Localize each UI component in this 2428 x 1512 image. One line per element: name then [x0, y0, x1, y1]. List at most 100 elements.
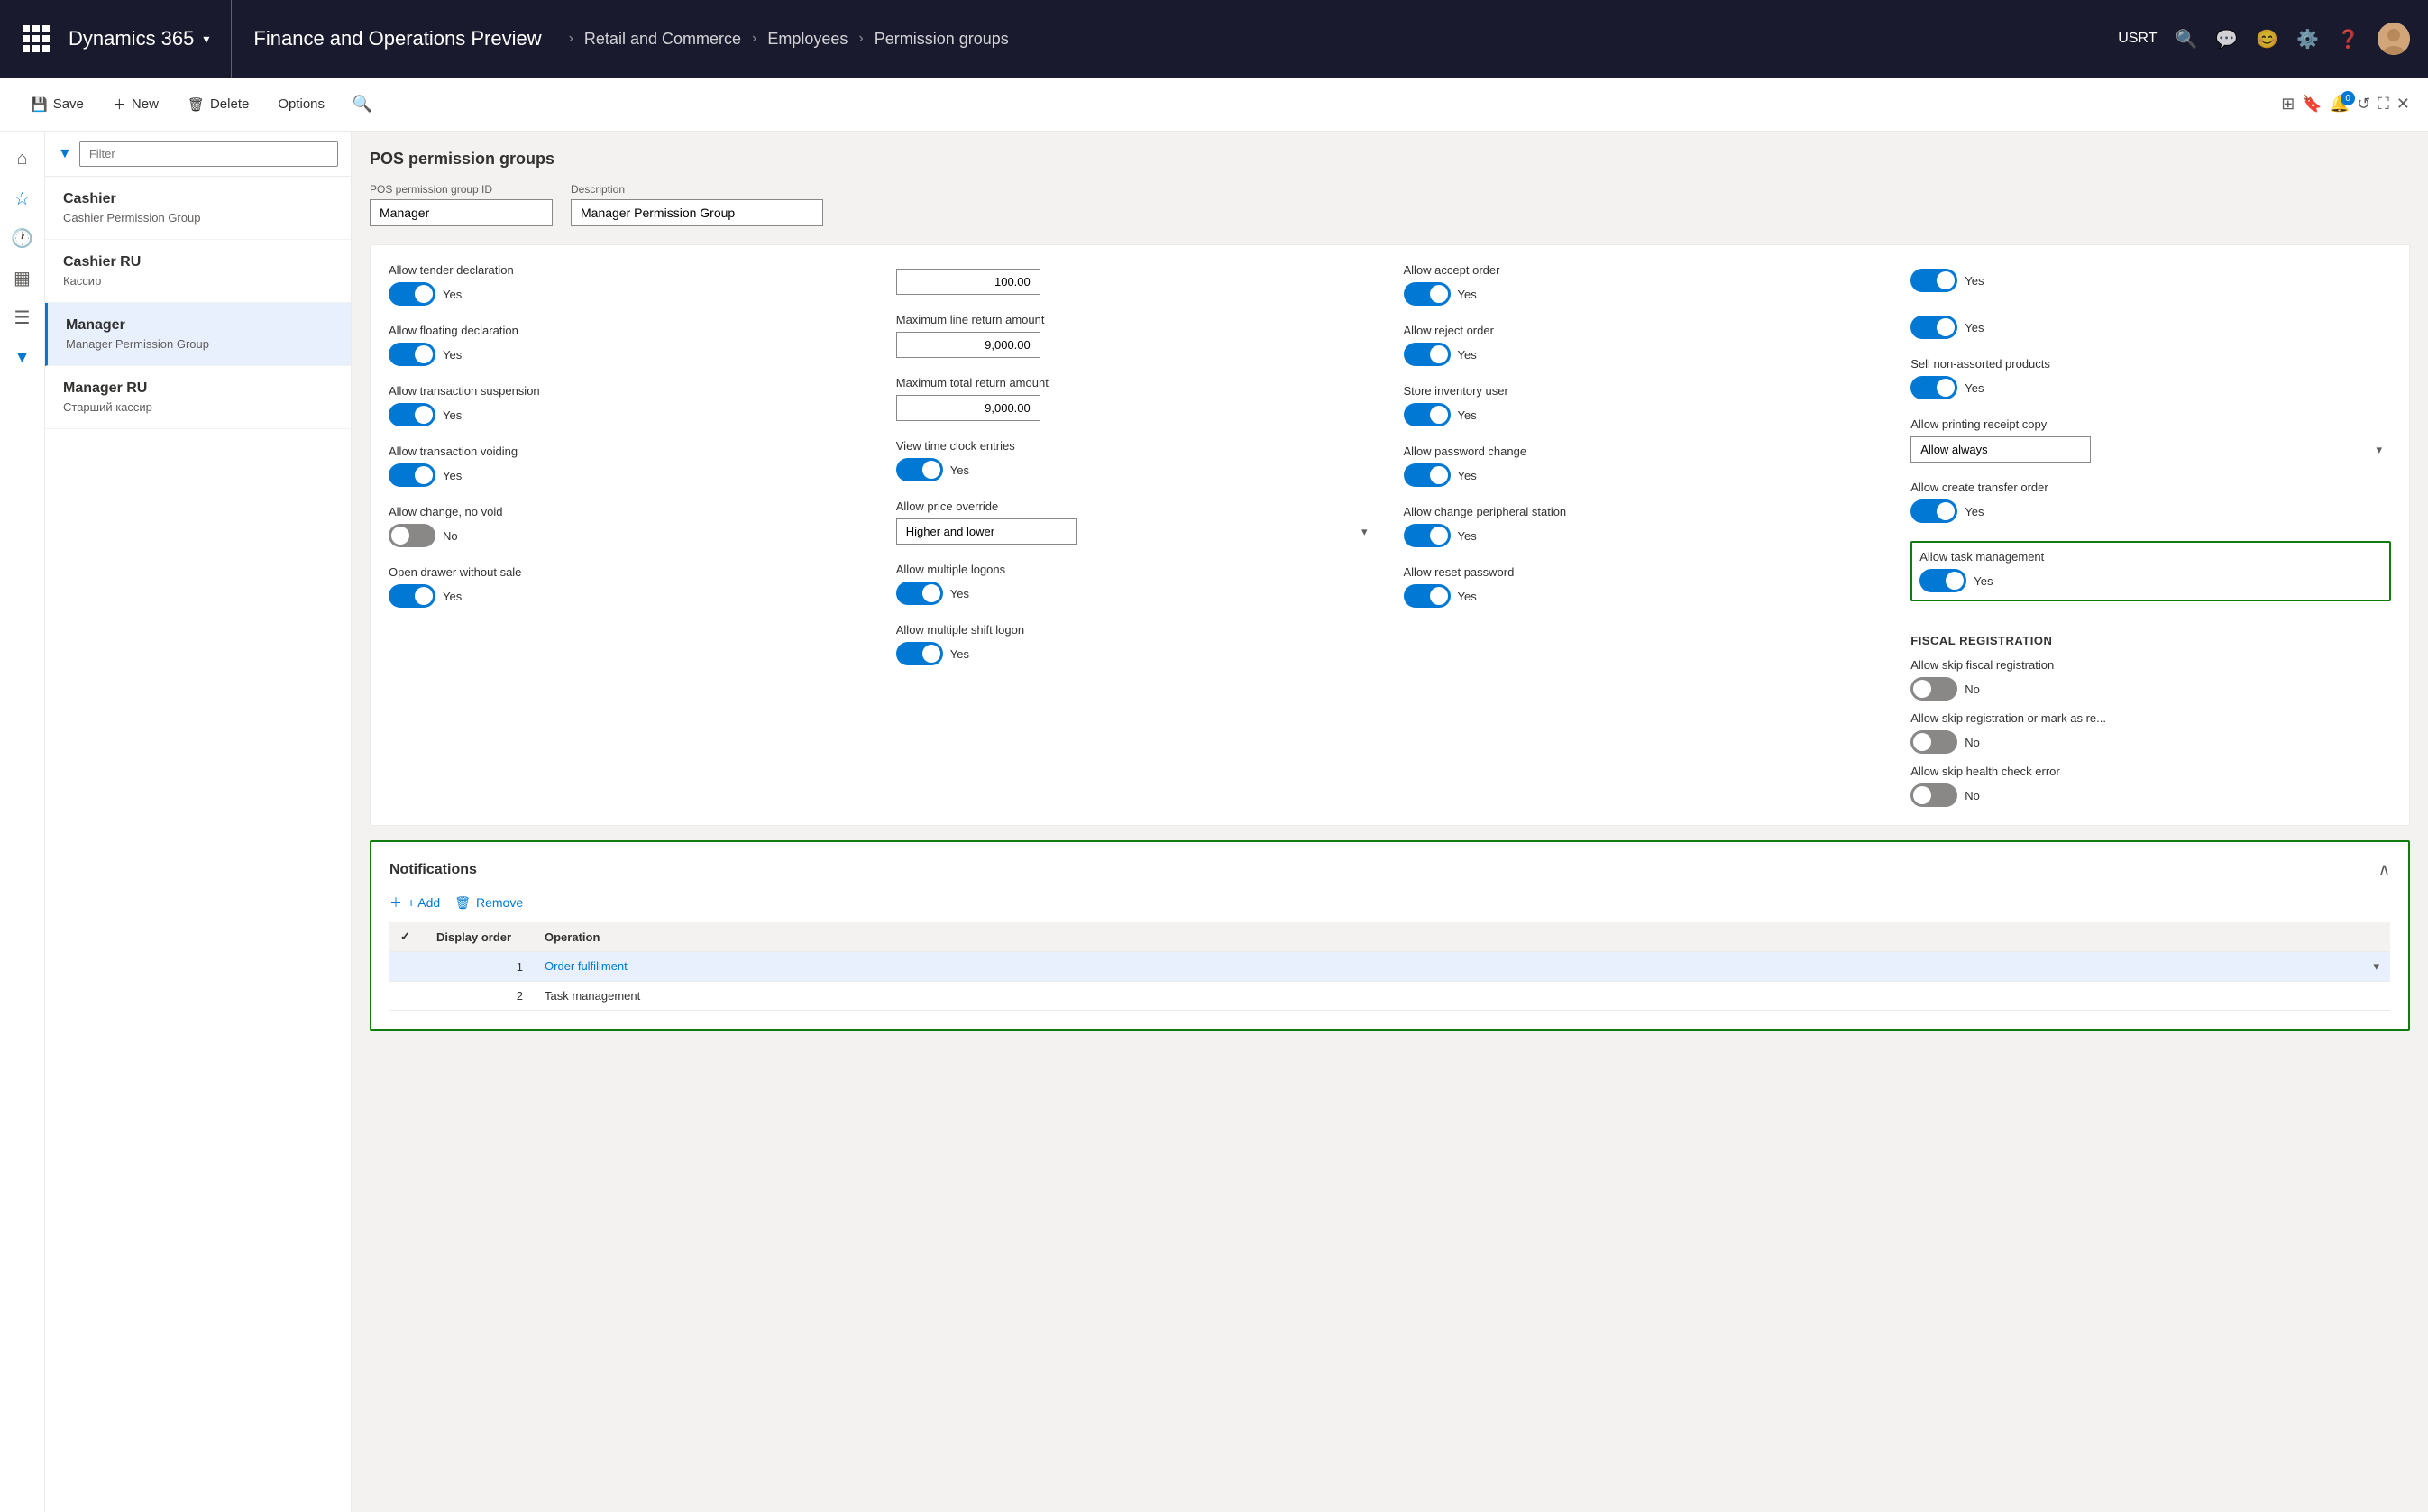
- nav-dashboard-icon[interactable]: ▦: [5, 260, 41, 296]
- list-item-cashier-ru[interactable]: Cashier RU Кассир: [45, 240, 351, 303]
- nav-filter-active-icon[interactable]: ▼: [5, 339, 41, 375]
- table-row[interactable]: 1 Order fulfillment ▾: [389, 952, 2390, 982]
- list-item-manager[interactable]: Manager Manager Permission Group: [45, 303, 351, 366]
- desc-input[interactable]: [571, 199, 823, 226]
- toggle-reject-order[interactable]: [1404, 343, 1451, 366]
- nav-list-icon[interactable]: ☰: [5, 299, 41, 335]
- refresh-icon[interactable]: ↺: [2357, 95, 2370, 114]
- row2-check: [389, 982, 426, 1011]
- breadcrumb-retail[interactable]: Retail and Commerce: [584, 30, 741, 49]
- options-button[interactable]: Options: [265, 91, 337, 117]
- toggle-skip-registration[interactable]: [1910, 730, 1957, 754]
- price-override-select[interactable]: Higher and lower Higher only Lower only …: [896, 518, 1077, 545]
- perm-price-override: Allow price override Higher and lower Hi…: [896, 499, 1377, 545]
- perm-reset-password: Allow reset password Yes: [1404, 565, 1884, 608]
- notification-icon[interactable]: 🔔 0: [2330, 95, 2350, 114]
- toggle-accept-order[interactable]: [1404, 282, 1451, 306]
- new-button[interactable]: ＋ New: [100, 89, 171, 119]
- toggle-suspension[interactable]: [389, 403, 435, 426]
- toggle-multiple-logons[interactable]: [896, 582, 943, 605]
- waffle-menu[interactable]: [18, 21, 54, 57]
- perm-sell-nonassorted: Sell non-assorted products Yes: [1910, 357, 2391, 399]
- perm-max-total-return: Maximum total return amount: [896, 376, 1377, 421]
- command-bar: 💾 Save ＋ New 🗑 Delete Options 🔍 ⊞ 🔖 🔔 0 …: [0, 78, 2428, 132]
- toggle-skip-health[interactable]: [1910, 783, 1957, 807]
- toggle-col4-2[interactable]: [1910, 316, 1957, 339]
- nav-recent-icon[interactable]: 🕐: [5, 220, 41, 256]
- toggle-col4-1[interactable]: [1910, 269, 1957, 292]
- collapse-icon[interactable]: ∧: [2378, 860, 2390, 879]
- search-button[interactable]: 🔍: [348, 90, 377, 119]
- toggle-time-clock[interactable]: [896, 458, 943, 481]
- app-name: Finance and Operations Preview: [232, 27, 541, 50]
- toggle-floating[interactable]: [389, 343, 435, 366]
- nav-home-icon[interactable]: ⌂: [5, 141, 41, 177]
- chat-icon[interactable]: 💬: [2215, 28, 2238, 50]
- price-override-wrap: Higher and lower Higher only Lower only …: [896, 518, 1377, 545]
- toggle-shift-logon[interactable]: [896, 642, 943, 665]
- delete-button[interactable]: 🗑 Delete: [175, 91, 261, 118]
- perm-col3: Allow accept order Yes Allow reject orde…: [1404, 263, 1884, 807]
- row2-operation: Task management: [534, 982, 2390, 1011]
- toggle-sell-nonassorted[interactable]: [1910, 376, 1957, 399]
- notifications-header: Notifications ∧: [389, 860, 2390, 879]
- save-button[interactable]: 💾 Save: [18, 91, 96, 118]
- toggle-change-peripheral[interactable]: [1404, 524, 1451, 547]
- toggle-tender[interactable]: [389, 282, 435, 306]
- remove-notification-button[interactable]: 🗑 Remove: [454, 893, 523, 912]
- new-icon: ＋: [113, 95, 126, 114]
- permissions-grid: Allow tender declaration Yes Allow float…: [389, 263, 2391, 807]
- expand-icon[interactable]: ⛶: [2378, 95, 2389, 114]
- bookmark-icon[interactable]: 🔖: [2302, 95, 2322, 114]
- add-notification-button[interactable]: ＋ + Add: [389, 893, 440, 912]
- smiley-icon[interactable]: 😊: [2256, 28, 2278, 50]
- breadcrumb-permissions[interactable]: Permission groups: [875, 30, 1009, 49]
- perm-change-no-void: Allow change, no void No: [389, 505, 869, 547]
- row1-chevron: ▾: [2373, 959, 2379, 974]
- close-icon[interactable]: ✕: [2396, 95, 2410, 114]
- settings-icon[interactable]: ⚙️: [2296, 28, 2319, 50]
- list-item-cashier[interactable]: Cashier Cashier Permission Group: [45, 177, 351, 240]
- print-receipt-wrap: Allow always Never Once: [1910, 436, 2391, 463]
- toggle-password-change[interactable]: [1404, 463, 1451, 487]
- max-line-return-input[interactable]: [896, 332, 1040, 358]
- desc-field-group: Description: [571, 183, 823, 226]
- breadcrumb-employees[interactable]: Employees: [767, 30, 848, 49]
- toggle-skip-fiscal[interactable]: [1910, 677, 1957, 701]
- perm-max-line: [896, 263, 1377, 295]
- search-nav-icon[interactable]: 🔍: [2175, 28, 2197, 50]
- row1-operation: Order fulfillment ▾: [534, 952, 2390, 982]
- toggle-task-management[interactable]: [1919, 569, 1966, 592]
- table-row[interactable]: 2 Task management: [389, 982, 2390, 1011]
- help-icon[interactable]: ❓: [2337, 28, 2359, 50]
- toggle-open-drawer[interactable]: [389, 584, 435, 608]
- brand-name[interactable]: Dynamics 365: [69, 27, 194, 50]
- filter-icon[interactable]: ▼: [58, 146, 72, 162]
- row2-order: 2: [426, 982, 534, 1011]
- perm-password-change: Allow password change Yes: [1404, 444, 1884, 487]
- list-item-manager-ru[interactable]: Manager RU Старший кассир: [45, 366, 351, 429]
- brand-chevron-icon[interactable]: ▾: [203, 32, 209, 47]
- max-total-return-input[interactable]: [896, 395, 1040, 421]
- toggle-create-transfer[interactable]: [1910, 499, 1957, 523]
- filter-input[interactable]: [79, 141, 338, 167]
- perm-print-receipt: Allow printing receipt copy Allow always…: [1910, 417, 2391, 463]
- notifications-actions: ＋ + Add 🗑 Remove: [389, 893, 2390, 912]
- add-icon: ＋: [389, 893, 402, 912]
- nav-star-icon[interactable]: ☆: [5, 180, 41, 216]
- toggle-voiding[interactable]: [389, 463, 435, 487]
- toggle-store-inventory[interactable]: [1404, 403, 1451, 426]
- toggle-reset-password[interactable]: [1404, 584, 1451, 608]
- perm-col1: Allow tender declaration Yes Allow float…: [389, 263, 869, 807]
- id-input[interactable]: [370, 199, 553, 226]
- save-icon: 💾: [31, 96, 48, 113]
- perm-skip-registration: Allow skip registration or mark as re...…: [1910, 711, 2391, 754]
- max-line-input[interactable]: [896, 269, 1040, 295]
- toggle-change-no-void[interactable]: [389, 524, 435, 547]
- print-receipt-select[interactable]: Allow always Never Once: [1910, 436, 2091, 463]
- perm-skip-fiscal: Allow skip fiscal registration No: [1910, 658, 2391, 701]
- grid-view-icon[interactable]: ⊞: [2281, 95, 2295, 114]
- perm-open-drawer: Open drawer without sale Yes: [389, 565, 869, 608]
- perm-create-transfer: Allow create transfer order Yes: [1910, 481, 2391, 523]
- avatar-icon[interactable]: [2378, 23, 2410, 55]
